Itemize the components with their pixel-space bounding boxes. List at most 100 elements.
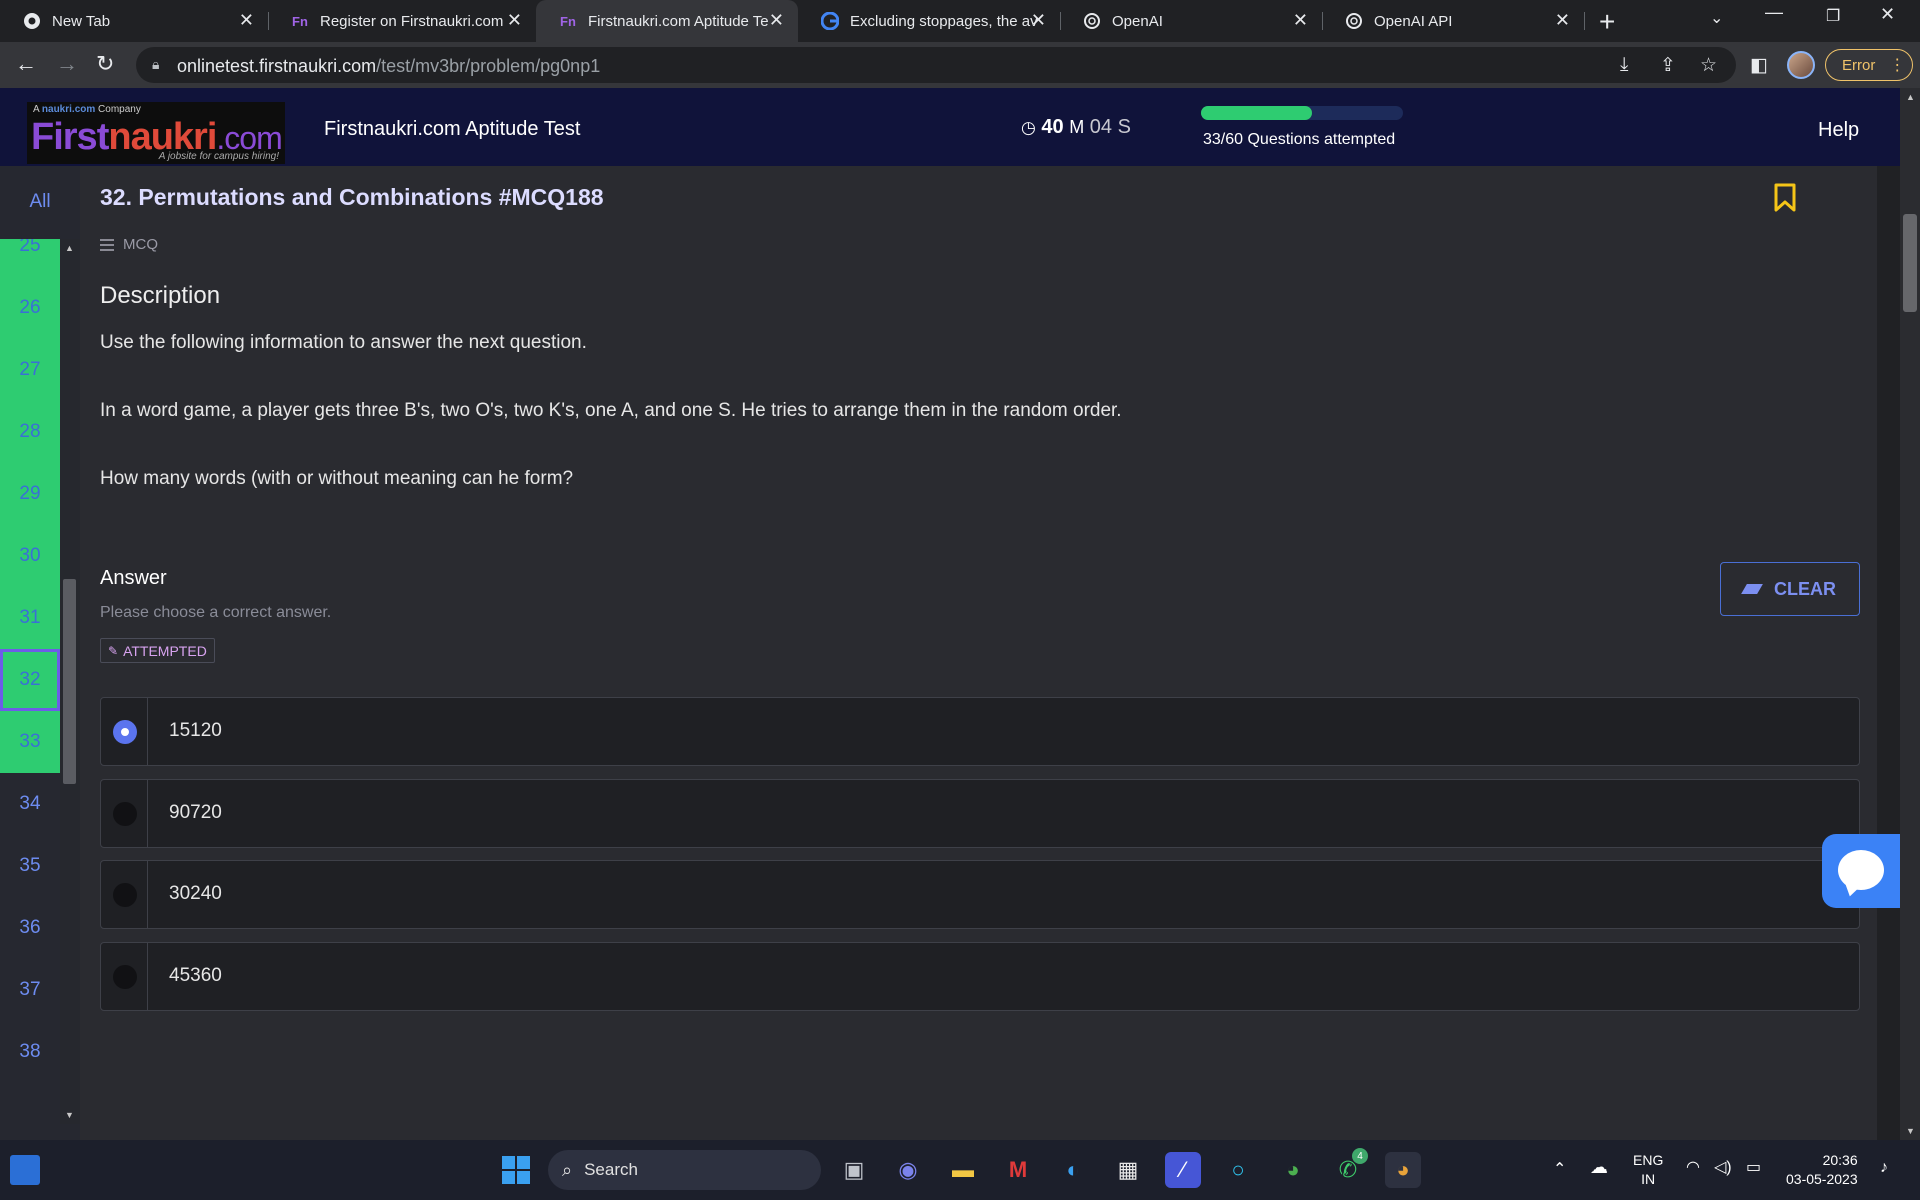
option-radio-cell: [101, 861, 148, 928]
close-icon[interactable]: ✕: [769, 10, 784, 31]
new-tab-plus-icon[interactable]: +: [1599, 6, 1615, 38]
profile-avatar[interactable]: [1787, 51, 1815, 79]
volume-icon[interactable]: ◁): [1714, 1158, 1732, 1177]
question-panel: 32. Permutations and Combinations #MCQ18…: [80, 166, 1877, 1140]
wifi-icon[interactable]: ◠: [1686, 1158, 1700, 1177]
option-radio[interactable]: [113, 802, 137, 826]
install-app-icon[interactable]: ⤓: [1620, 54, 1628, 76]
navigator-scrollbar[interactable]: ▲ ▼: [60, 239, 80, 1124]
url-text: onlinetest.firstnaukri.com/test/mv3br/pr…: [177, 56, 600, 77]
question-number-35[interactable]: 35: [0, 835, 60, 897]
cortana-icon[interactable]: ○: [1220, 1152, 1256, 1188]
file-explorer-icon[interactable]: ▬: [945, 1152, 981, 1188]
question-number-38[interactable]: 38: [0, 1021, 60, 1083]
option-radio[interactable]: [113, 720, 137, 744]
clock[interactable]: 20:36 03-05-2023: [1786, 1151, 1858, 1189]
battery-icon[interactable]: ▭: [1746, 1158, 1761, 1177]
question-number-30[interactable]: 30: [0, 525, 60, 587]
side-panel-icon[interactable]: ◧: [1750, 54, 1768, 77]
option-radio[interactable]: [113, 883, 137, 907]
question-number-27[interactable]: 27: [0, 339, 60, 401]
option-radio[interactable]: [113, 965, 137, 989]
chat-support-button[interactable]: [1822, 834, 1900, 908]
scroll-down-arrow-icon[interactable]: ▼: [65, 1110, 74, 1120]
logo-small-prefix: A: [33, 104, 40, 115]
tab-search-chevron-icon[interactable]: ⌄: [1710, 8, 1723, 28]
close-icon[interactable]: ✕: [1031, 10, 1046, 31]
description-heading: Description: [100, 282, 221, 309]
question-number-33[interactable]: 33: [0, 711, 60, 773]
status-badge: ✎ ATTEMPTED: [100, 638, 215, 663]
scroll-down-arrow-icon[interactable]: ▼: [1906, 1126, 1915, 1136]
task-view-icon[interactable]: ▣: [836, 1152, 872, 1188]
edge-icon[interactable]: ◐: [1055, 1152, 1091, 1188]
restore-icon[interactable]: ❐: [1826, 6, 1840, 26]
answer-option[interactable]: 45360: [100, 942, 1860, 1011]
url-path: /test/mv3br/problem/pg0np1: [376, 56, 601, 76]
help-link[interactable]: Help: [1818, 119, 1859, 142]
page-scrollbar[interactable]: ▲ ▼: [1900, 88, 1920, 1140]
address-bar[interactable]: 🔒︎ onlinetest.firstnaukri.com/test/mv3br…: [136, 47, 1736, 83]
answer-option[interactable]: 90720: [100, 779, 1860, 848]
filter-all-tab[interactable]: All: [0, 166, 80, 238]
question-number-28[interactable]: 28: [0, 401, 60, 463]
tab-aptitude-test[interactable]: Fn Firstnaukri.com Aptitude Te ✕: [536, 0, 798, 42]
share-icon[interactable]: ⇪: [1660, 54, 1676, 77]
onedrive-icon[interactable]: ☁: [1590, 1158, 1608, 1177]
firstnaukri-logo[interactable]: A naukri.com Company Firstnaukri.com A j…: [27, 102, 285, 164]
taskbar-search[interactable]: ⌕ Search: [548, 1150, 821, 1190]
question-number-25[interactable]: 25: [0, 239, 60, 277]
bookmark-star-icon[interactable]: ☆: [1700, 54, 1717, 77]
tab-openai[interactable]: OpenAI ✕: [1060, 0, 1322, 42]
browser-tab-strip: New Tab ✕ Fn Register on Firstnaukri.com…: [0, 0, 1920, 42]
site-header: A naukri.com Company Firstnaukri.com A j…: [0, 88, 1900, 166]
logo-parent-company: A naukri.com Company: [33, 104, 141, 115]
clear-answer-button[interactable]: CLEAR: [1720, 562, 1860, 616]
question-number-29[interactable]: 29: [0, 463, 60, 525]
language-indicator[interactable]: ENG IN: [1633, 1151, 1663, 1189]
profile-error-button[interactable]: Error ⋮: [1825, 49, 1913, 81]
chrome-icon: [22, 11, 42, 31]
question-number-37[interactable]: 37: [0, 959, 60, 1021]
close-icon[interactable]: ✕: [507, 10, 522, 31]
tab-register[interactable]: Fn Register on Firstnaukri.com ✕: [268, 0, 536, 42]
tab-openai-api[interactable]: OpenAI API ✕: [1322, 0, 1584, 42]
forward-arrow-icon[interactable]: →: [56, 51, 78, 77]
scroll-up-arrow-icon[interactable]: ▲: [1906, 92, 1915, 102]
widgets-icon[interactable]: [10, 1155, 40, 1185]
clock-icon: ◷: [1021, 118, 1036, 137]
chrome-profile-icon[interactable]: ◕: [1385, 1152, 1421, 1188]
notification-bell-icon[interactable]: ♪: [1880, 1158, 1888, 1177]
scroll-up-arrow-icon[interactable]: ▲: [65, 243, 74, 253]
chrome-icon[interactable]: ◕: [1275, 1152, 1311, 1188]
bookmark-icon[interactable]: [1773, 183, 1797, 213]
attempt-progress-bar: [1201, 106, 1403, 120]
question-number-26[interactable]: 26: [0, 277, 60, 339]
question-number-34[interactable]: 34: [0, 773, 60, 835]
answer-option[interactable]: 30240: [100, 860, 1860, 929]
reload-icon[interactable]: ↻: [96, 51, 114, 77]
logo-part-1: First: [31, 116, 109, 158]
teams-chat-icon[interactable]: ◉: [890, 1152, 926, 1188]
question-number-31[interactable]: 31: [0, 587, 60, 649]
app-icon[interactable]: ⁄: [1165, 1152, 1201, 1188]
page-scroll-thumb[interactable]: [1903, 214, 1917, 312]
navigator-scroll-thumb[interactable]: [63, 579, 76, 784]
minimize-icon[interactable]: —: [1765, 2, 1783, 23]
back-arrow-icon[interactable]: ←: [15, 51, 37, 77]
window-close-icon[interactable]: ✕: [1880, 4, 1895, 25]
close-icon[interactable]: ✕: [239, 10, 254, 31]
answer-option[interactable]: 15120: [100, 697, 1860, 766]
tab-label: Register on Firstnaukri.com: [320, 12, 504, 30]
attempt-progress-fill: [1201, 106, 1313, 120]
close-icon[interactable]: ✕: [1555, 10, 1570, 31]
question-number-32[interactable]: 32: [0, 649, 60, 711]
windows-start-icon[interactable]: [502, 1156, 530, 1184]
tab-new-tab[interactable]: New Tab ✕: [0, 0, 268, 42]
mcafee-icon[interactable]: M: [1000, 1152, 1036, 1188]
ms-store-icon[interactable]: ▦: [1110, 1152, 1146, 1188]
tab-google-search[interactable]: Excluding stoppages, the av ✕: [798, 0, 1060, 42]
question-number-36[interactable]: 36: [0, 897, 60, 959]
tray-overflow-chevron-icon[interactable]: ⌃: [1553, 1160, 1566, 1179]
close-icon[interactable]: ✕: [1293, 10, 1308, 31]
